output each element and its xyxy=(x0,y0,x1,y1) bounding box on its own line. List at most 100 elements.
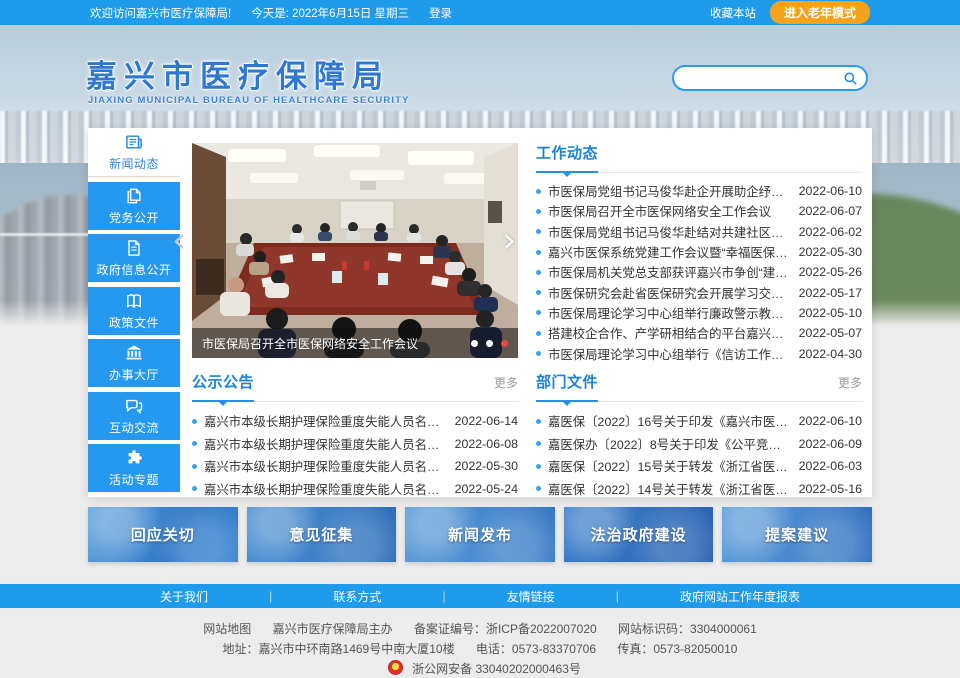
banner-press-release[interactable]: 新闻发布 xyxy=(405,507,555,562)
footer-nav: 关于我们 | 联系方式 | 友情链接 | 政府网站工作年度报表 xyxy=(0,584,960,608)
footer-nav-links[interactable]: 友情链接 xyxy=(507,588,555,605)
section-documents: 部门文件 更多 嘉医保〔2022〕16号关于印发《嘉兴市医疗保...2022-0… xyxy=(536,371,862,500)
list-item[interactable]: 嘉兴市本级长期护理保险重度失能人员名单公示（2...2022-06-08 xyxy=(192,433,518,456)
item-title[interactable]: 市医保局党组书记马俊华赴结对共建社区指导全国文... xyxy=(548,223,799,241)
section-notices: 公示公告 更多 嘉兴市本级长期护理保险重度失能人员名单公示（2...2022-0… xyxy=(192,371,518,500)
list-item[interactable]: 市医保研究会赴省医保研究会开展学习交流活动2022-05-17 xyxy=(536,282,862,302)
item-title[interactable]: 嘉兴市本级长期护理保险重度失能人员名单公示（2... xyxy=(204,435,455,453)
item-date: 2022-05-30 xyxy=(799,245,862,259)
carousel-dot-1[interactable] xyxy=(471,340,478,347)
item-date: 2022-05-24 xyxy=(455,482,518,496)
section-header: 工作动态 xyxy=(536,142,862,173)
section-header: 公示公告 更多 xyxy=(192,371,518,402)
list-item[interactable]: 嘉兴市医保系统党建工作会议暨“幸福医保”党建联...2022-05-30 xyxy=(536,242,862,262)
sidebar-item-label: 活动专题 xyxy=(109,471,159,488)
banner-opinion-collection[interactable]: 意见征集 xyxy=(247,507,397,562)
banner-proposal-suggestions[interactable]: 提案建议 xyxy=(722,507,872,562)
item-title[interactable]: 嘉兴市本级长期护理保险重度失能人员名单公示（2... xyxy=(204,457,455,475)
bullet-icon xyxy=(536,351,541,356)
carousel-dot-2[interactable] xyxy=(486,340,493,347)
site-code-text: 网站标识码：3304000061 xyxy=(618,622,757,636)
sidebar-item-service-hall[interactable]: 办事大厅 xyxy=(88,339,180,387)
item-title[interactable]: 嘉医保〔2022〕15号关于转发《浙江省医疗保... xyxy=(548,457,799,475)
item-date: 2022-05-10 xyxy=(799,306,862,320)
list-item[interactable]: 市医保局党组书记马俊华赴企开展助企纾困活动2022-06-10 xyxy=(536,181,862,201)
list-item[interactable]: 市医保局党组书记马俊华赴结对共建社区指导全国文...2022-06-02 xyxy=(536,222,862,242)
icp-text: 备案证编号：浙ICP备2022007020 xyxy=(414,622,597,636)
banner-law-gov-construction[interactable]: 法治政府建设 xyxy=(564,507,714,562)
list-item[interactable]: 嘉兴市本级长期护理保险重度失能人员名单公示（2...2022-05-30 xyxy=(192,455,518,478)
sidebar-item-interaction[interactable]: 互动交流 xyxy=(88,392,180,440)
section-header: 部门文件 更多 xyxy=(536,371,862,402)
item-title[interactable]: 搭建校企合作、产学研相结合的平台嘉兴市长期护理... xyxy=(548,324,799,342)
footer-nav-about[interactable]: 关于我们 xyxy=(160,588,208,605)
sidebar-item-gov-info[interactable]: 政府信息公开 xyxy=(88,234,180,282)
item-title[interactable]: 嘉兴市本级长期护理保险重度失能人员名单公示（2... xyxy=(204,412,455,430)
carousel[interactable]: 市医保局召开全市医保网络安全工作会议 xyxy=(192,143,518,358)
sitemap-link[interactable]: 网站地图 xyxy=(203,622,251,636)
item-title[interactable]: 嘉医保办〔2022〕8号关于印发《公平竞争审查... xyxy=(548,435,799,453)
item-title[interactable]: 市医保研究会赴省医保研究会开展学习交流活动 xyxy=(548,284,799,302)
item-date: 2022-06-07 xyxy=(799,204,862,218)
puzzle-icon xyxy=(124,448,144,468)
carousel-dot-3-active[interactable] xyxy=(501,340,508,347)
list-item[interactable]: 嘉医保办〔2022〕8号关于印发《公平竞争审查...2022-06-09 xyxy=(536,433,862,456)
list-item[interactable]: 市医保局机关党总支部获评嘉兴市争创“建设清廉机...2022-05-26 xyxy=(536,262,862,282)
chevron-left-icon[interactable]: ‹ xyxy=(172,226,186,256)
list-item[interactable]: 市医保局理论学习中心组举行《信访工作条例》专题...2022-04-30 xyxy=(536,343,862,363)
bullet-icon xyxy=(536,486,541,491)
sidebar-item-label: 政策文件 xyxy=(109,314,159,331)
chevron-right-icon[interactable]: › xyxy=(502,226,516,256)
list-item[interactable]: 市医保局召开全市医保网络安全工作会议2022-06-07 xyxy=(536,201,862,221)
banner-respond-concerns[interactable]: 回应关切 xyxy=(88,507,238,562)
favorite-link[interactable]: 收藏本站 xyxy=(710,5,756,21)
divider: | xyxy=(269,589,272,603)
sidebar-item-party-affairs[interactable]: 党务公开 xyxy=(88,182,180,230)
bullet-icon xyxy=(536,419,541,424)
list-item[interactable]: 市医保局理论学习中心组举行廉政警示教育专题学习...2022-05-10 xyxy=(536,303,862,323)
carousel-caption[interactable]: 市医保局召开全市医保网络安全工作会议 xyxy=(202,335,418,352)
item-title[interactable]: 嘉医保〔2022〕16号关于印发《嘉兴市医疗保... xyxy=(548,412,799,430)
sidebar-item-label: 党务公开 xyxy=(109,209,159,226)
search-icon[interactable] xyxy=(843,71,858,86)
divider: | xyxy=(616,589,619,603)
sidebar-item-activities[interactable]: 活动专题 xyxy=(88,444,180,492)
footer-nav-contact[interactable]: 联系方式 xyxy=(333,588,381,605)
footer-nav-annual-report[interactable]: 政府网站工作年度报表 xyxy=(680,588,800,605)
sidebar-item-policy-files[interactable]: 政策文件 xyxy=(88,287,180,335)
list-item[interactable]: 嘉医保〔2022〕16号关于印发《嘉兴市医疗保...2022-06-10 xyxy=(536,410,862,433)
list-item[interactable]: 嘉医保〔2022〕14号关于转发《浙江省医疗保...2022-05-16 xyxy=(536,478,862,501)
notice-list: 嘉兴市本级长期护理保险重度失能人员名单公示（2...2022-06-14 嘉兴市… xyxy=(192,410,518,500)
list-item[interactable]: 嘉兴市本级长期护理保险重度失能人员名单公示（2...2022-05-24 xyxy=(192,478,518,501)
item-date: 2022-05-17 xyxy=(799,286,862,300)
banner-label: 法治政府建设 xyxy=(591,524,687,545)
bullet-icon xyxy=(536,229,541,234)
welcome-text: 欢迎访问嘉兴市医疗保障局! xyxy=(90,5,231,21)
item-title[interactable]: 嘉兴市医保系统党建工作会议暨“幸福医保”党建联... xyxy=(548,243,799,261)
item-date: 2022-06-08 xyxy=(455,437,518,451)
item-title[interactable]: 市医保局党组书记马俊华赴企开展助企纾困活动 xyxy=(548,182,799,200)
host-text: 嘉兴市医疗保障局主办 xyxy=(273,622,393,636)
police-badge-icon xyxy=(388,660,403,675)
search-input[interactable] xyxy=(686,70,843,86)
item-title[interactable]: 嘉医保〔2022〕14号关于转发《浙江省医疗保... xyxy=(548,480,799,498)
item-title[interactable]: 嘉兴市本级长期护理保险重度失能人员名单公示（2... xyxy=(204,480,455,498)
elder-mode-button[interactable]: 进入老年模式 xyxy=(770,1,870,24)
item-date: 2022-06-14 xyxy=(455,414,518,428)
footer-line-1: 网站地图 嘉兴市医疗保障局主办 备案证编号：浙ICP备2022007020 网站… xyxy=(0,619,960,639)
footer-line-3: 浙公网安备 33040202000463号 xyxy=(0,659,960,678)
more-link[interactable]: 更多 xyxy=(838,374,862,391)
bullet-icon xyxy=(536,250,541,255)
list-item[interactable]: 搭建校企合作、产学研相结合的平台嘉兴市长期护理...2022-05-07 xyxy=(536,323,862,343)
footer-line-2: 地址：嘉兴市中环南路1469号中南大厦10楼 电话：0573-83370706 … xyxy=(0,639,960,659)
list-item[interactable]: 嘉兴市本级长期护理保险重度失能人员名单公示（2...2022-06-14 xyxy=(192,410,518,433)
list-item[interactable]: 嘉医保〔2022〕15号关于转发《浙江省医疗保...2022-06-03 xyxy=(536,455,862,478)
item-title[interactable]: 市医保局理论学习中心组举行《信访工作条例》专题... xyxy=(548,345,799,363)
item-title[interactable]: 市医保局机关党总支部获评嘉兴市争创“建设清廉机... xyxy=(548,263,799,281)
more-link[interactable]: 更多 xyxy=(494,374,518,391)
login-link[interactable]: 登录 xyxy=(429,5,452,21)
item-title[interactable]: 市医保局召开全市医保网络安全工作会议 xyxy=(548,202,799,220)
sidebar-item-news[interactable]: 新闻动态 xyxy=(88,128,180,177)
item-title[interactable]: 市医保局理论学习中心组举行廉政警示教育专题学习... xyxy=(548,304,799,322)
police-record-link[interactable]: 浙公网安备 33040202000463号 xyxy=(412,662,581,676)
